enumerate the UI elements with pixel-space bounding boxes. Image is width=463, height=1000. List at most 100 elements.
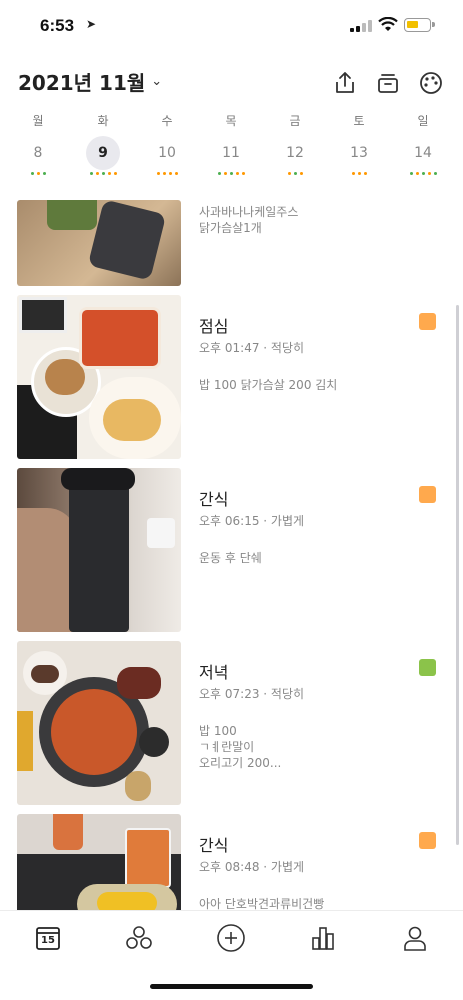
meal-time-amount: 오후 07:23 · 적당히 — [199, 687, 305, 701]
tab-community[interactable] — [124, 923, 154, 953]
meal-dot — [299, 172, 303, 175]
scrollbar[interactable] — [456, 305, 459, 845]
meal-time-amount: 오후 06:15 · 가볍게 — [199, 514, 305, 528]
meal-dot — [217, 172, 221, 175]
location-arrow-icon: ➤ — [86, 17, 97, 31]
meal-dot — [156, 172, 160, 175]
meal-entry-dinner[interactable]: 저녁 오후 07:23 · 적당히 밥 100 ㄱㅖ란말이 오리고기 200..… — [17, 641, 447, 805]
month-label: 2021년 11월 — [18, 71, 146, 95]
day-sun[interactable]: 일 14 — [403, 112, 443, 175]
meal-list[interactable]: 사과바나나케일주스 닭가슴살1개 점심 오후 01:47 · 적당히 밥 100… — [0, 200, 463, 910]
weekday-label: 일 — [417, 114, 429, 128]
meal-dots — [83, 172, 123, 175]
meal-status-badge — [419, 659, 436, 676]
header: 2021년 11월 ⌄ — [0, 62, 463, 102]
meal-dot — [162, 172, 166, 175]
tab-add[interactable] — [216, 923, 246, 953]
meal-dot — [30, 172, 34, 175]
meal-time-amount: 오후 01:47 · 적당히 — [199, 341, 305, 355]
meal-photo — [17, 468, 181, 632]
meal-dot — [229, 172, 233, 175]
meal-dot — [174, 172, 178, 175]
meal-dot — [223, 172, 227, 175]
palette-icon[interactable] — [418, 70, 444, 96]
day-thu[interactable]: 목 11 — [211, 112, 251, 175]
day-wed[interactable]: 수 10 — [147, 112, 187, 175]
meal-dot — [113, 172, 117, 175]
meal-photo — [17, 814, 181, 910]
tab-calendar[interactable]: 15 — [33, 923, 63, 953]
meal-status-badge — [419, 832, 436, 849]
meal-dot — [357, 172, 361, 175]
status-time: 6:53 — [40, 16, 75, 35]
weekday-label: 토 — [353, 114, 365, 128]
date-number: 12 — [286, 145, 304, 161]
meal-entry-snack-2[interactable]: 간식 오후 08:48 · 가볍게 아아 단호박견과류비건빵 — [17, 814, 447, 910]
meal-note: 아아 단호박견과류비건빵 — [199, 897, 325, 910]
meal-dot — [287, 172, 291, 175]
meal-dot — [168, 172, 172, 175]
meal-dot — [363, 172, 367, 175]
date-number: 11 — [222, 145, 240, 161]
meal-dots — [275, 172, 315, 175]
meal-dot — [36, 172, 40, 175]
meal-note-line: 밥 100 — [199, 724, 237, 738]
meal-dot — [427, 172, 431, 175]
meal-note: 밥 100 ㄱㅖ란말이 오리고기 200... — [199, 723, 429, 771]
meal-dot — [101, 172, 105, 175]
person-icon — [404, 926, 426, 951]
date-number: 9 — [86, 136, 120, 170]
bar-chart-icon — [312, 927, 334, 950]
meal-entry-breakfast[interactable]: 사과바나나케일주스 닭가슴살1개 — [17, 200, 447, 290]
tab-profile[interactable] — [400, 923, 430, 953]
meal-dot — [42, 172, 46, 175]
tab-stats[interactable] — [308, 923, 338, 953]
meal-dots — [211, 172, 251, 175]
community-icon — [126, 926, 152, 949]
day-tue[interactable]: 화 9 — [83, 112, 123, 175]
meal-dot — [421, 172, 425, 175]
meal-title: 간식 — [199, 490, 229, 509]
weekday-label: 화 — [97, 114, 109, 128]
meal-dot — [293, 172, 297, 175]
meal-note: 밥 100 닭가슴살 200 김치 — [199, 378, 338, 392]
meal-dot — [241, 172, 245, 175]
plus-circle-icon — [217, 924, 245, 952]
day-fri[interactable]: 금 12 — [275, 112, 315, 175]
meal-dot — [433, 172, 437, 175]
weekday-label: 목 — [225, 114, 237, 128]
meal-title: 저녁 — [199, 663, 229, 682]
meal-photo — [17, 295, 181, 459]
home-indicator[interactable] — [150, 984, 313, 989]
meal-note: 사과바나나케일주스 닭가슴살1개 — [199, 204, 429, 236]
meal-dot — [95, 172, 99, 175]
meal-dot — [89, 172, 93, 175]
meal-dots — [339, 172, 379, 175]
wifi-icon — [378, 17, 398, 31]
meal-note-line: 닭가슴살1개 — [199, 221, 262, 235]
weekday-label: 금 — [289, 114, 301, 128]
calendar-day-number: 15 — [41, 935, 55, 946]
day-mon[interactable]: 월 8 — [18, 112, 58, 175]
date-number: 10 — [158, 145, 176, 161]
meal-entry-lunch[interactable]: 점심 오후 01:47 · 적당히 밥 100 닭가슴살 200 김치 — [17, 295, 447, 459]
share-icon[interactable] — [332, 70, 358, 96]
day-sat[interactable]: 토 13 — [339, 112, 379, 175]
date-number: 8 — [33, 145, 43, 161]
meal-dot — [107, 172, 111, 175]
meal-entry-snack[interactable]: 간식 오후 06:15 · 가볍게 운동 후 단쉐 — [17, 468, 447, 632]
status-bar: 6:53 ➤ — [0, 0, 463, 52]
meal-dot — [235, 172, 239, 175]
chevron-down-icon: ⌄ — [151, 74, 163, 89]
archive-icon[interactable] — [375, 70, 401, 96]
month-selector[interactable]: 2021년 11월 ⌄ — [18, 67, 162, 96]
meal-dots — [403, 172, 443, 175]
battery-icon — [404, 18, 435, 32]
meal-note-line: 사과바나나케일주스 — [199, 205, 299, 219]
week-strip: 월 8 화 9 수 10 목 11 금 12 토 13 일 14 — [0, 112, 463, 188]
meal-dot — [409, 172, 413, 175]
meal-title: 간식 — [199, 836, 229, 855]
weekday-label: 월 — [32, 114, 44, 128]
meal-note-line: ㄱㅖ란말이 — [199, 740, 255, 754]
meal-status-badge — [419, 313, 436, 330]
